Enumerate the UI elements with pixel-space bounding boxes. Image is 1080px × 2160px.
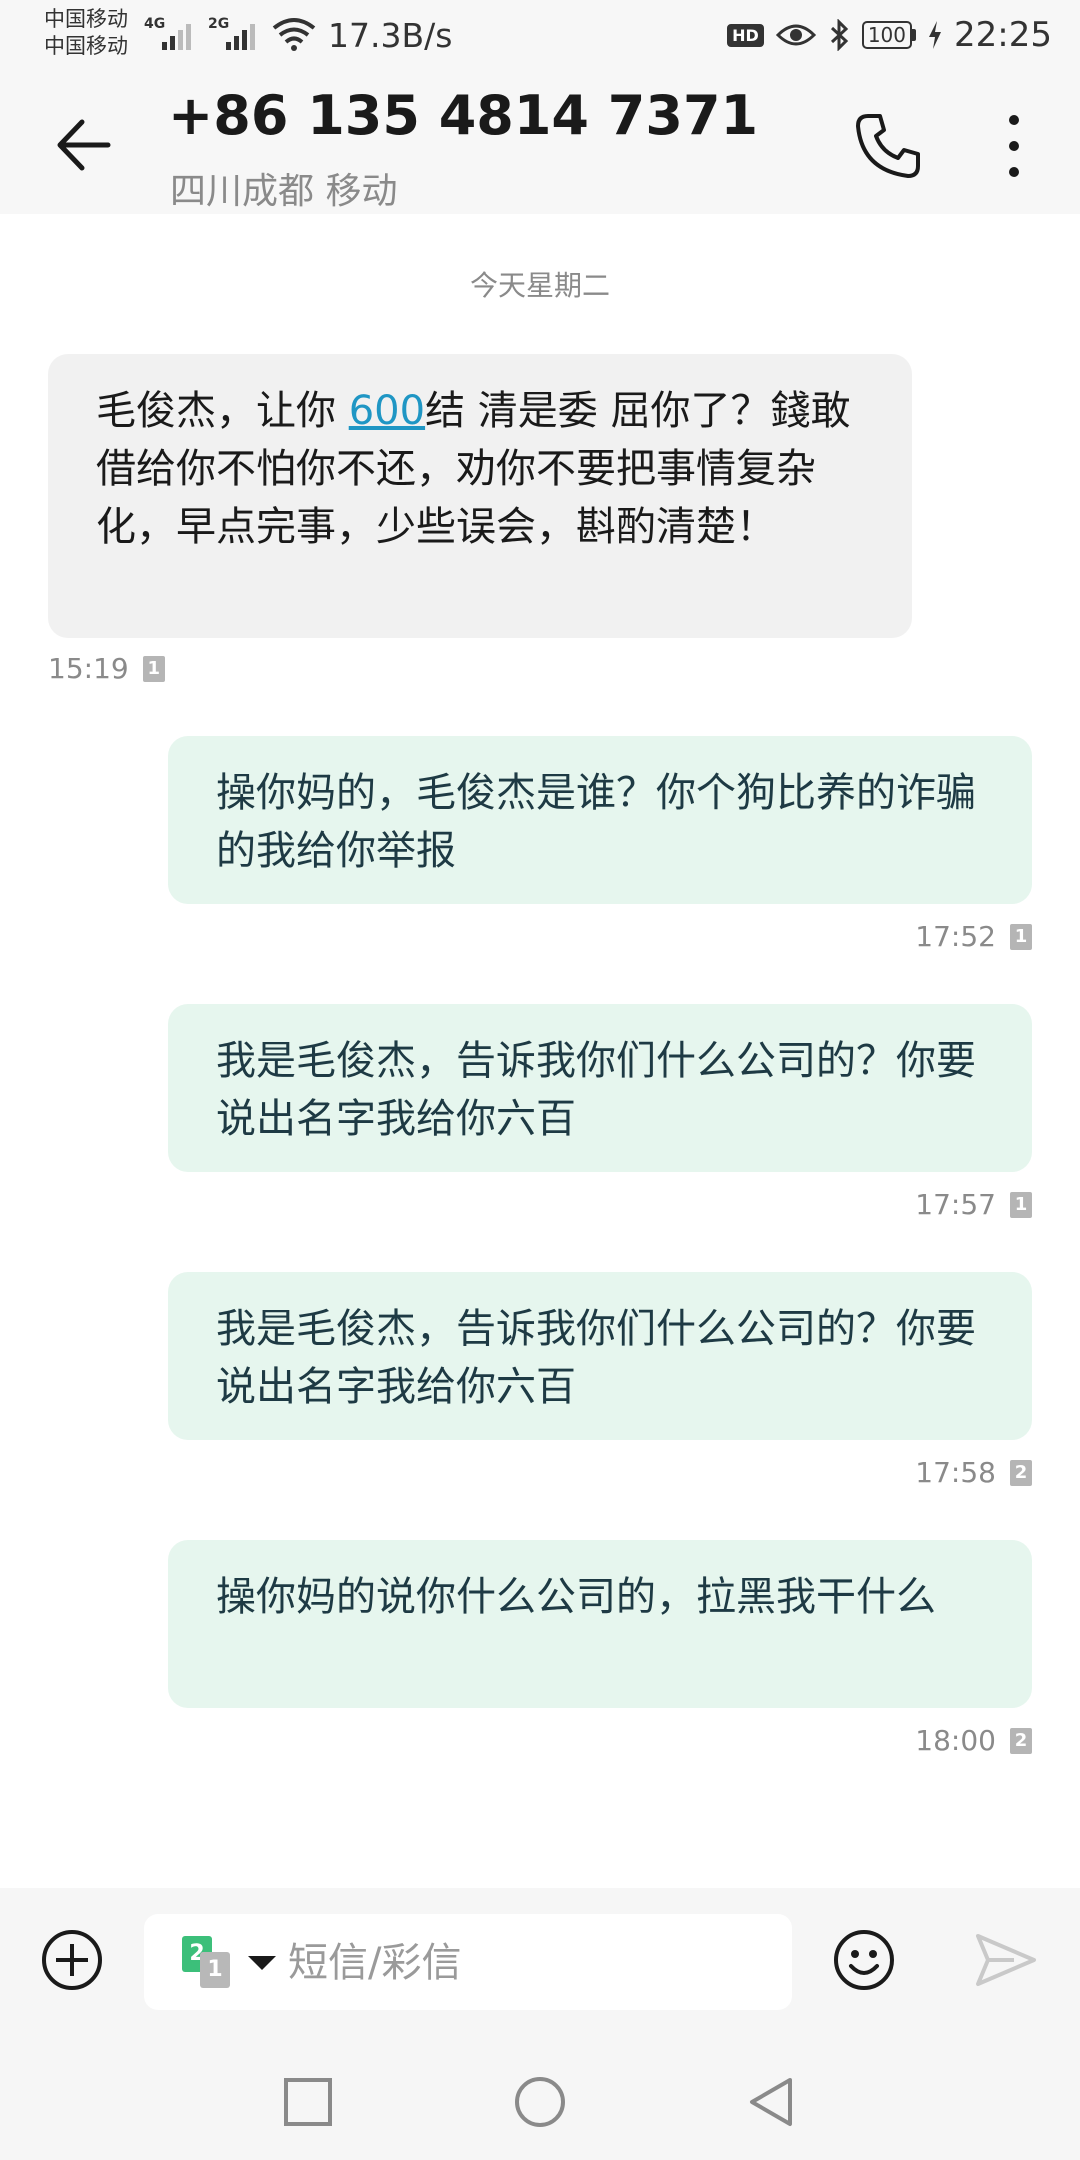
message-meta: 17:52 1	[915, 920, 1032, 953]
emoji-icon[interactable]	[832, 1928, 896, 1992]
message-meta: 15:19 1	[48, 652, 165, 685]
circle-icon[interactable]	[512, 2074, 568, 2130]
message-time: 18:00	[915, 1724, 996, 1757]
message-meta: 17:57 1	[915, 1188, 1032, 1221]
more-vertical-icon[interactable]	[994, 108, 1034, 184]
hd-badge: HD	[727, 23, 764, 47]
message-time: 17:52	[915, 920, 996, 953]
message-time: 17:57	[915, 1188, 996, 1221]
clock: 22:25	[954, 15, 1052, 55]
network-speed: 17.3B/s	[328, 16, 453, 55]
message-text: 我是毛俊杰，告诉我你们什么公司的？你要说出名字我给你六百	[216, 1038, 976, 1142]
carrier-2: 中国移动	[44, 34, 128, 58]
system-navigation-bar	[0, 2038, 1080, 2160]
message-text: 我是毛俊杰，告诉我你们什么公司的？你要说出名字我给你六百	[216, 1306, 976, 1410]
charging-icon	[929, 21, 942, 49]
day-separator: 今天星期二	[469, 269, 610, 302]
outgoing-message-bubble[interactable]: 操你妈的说你什么公司的，拉黑我干什么	[168, 1540, 1032, 1708]
battery-indicator: 100	[861, 21, 917, 49]
carrier-labels: 中国移动 中国移动	[44, 6, 128, 60]
message-meta: 18:00 2	[915, 1724, 1032, 1757]
message-text: 操你妈的，毛俊杰是谁？你个狗比养的诈骗的我给你举报	[216, 770, 976, 874]
triangle-back-icon[interactable]	[744, 2074, 800, 2130]
wifi-icon	[272, 18, 316, 51]
signal-icon	[226, 24, 255, 50]
message-text: 毛俊杰，让你	[96, 388, 349, 434]
battery-level: 100	[861, 21, 913, 49]
phone-icon[interactable]	[852, 110, 924, 182]
dropdown-arrow-icon	[248, 1956, 276, 1970]
sim-card-icon: 1	[1010, 923, 1032, 950]
battery-tip	[912, 29, 917, 41]
status-right: HD 100 22:25	[727, 14, 1052, 56]
add-circle-icon[interactable]	[40, 1928, 104, 1992]
message-time: 15:19	[48, 652, 129, 685]
sim-selector[interactable]: 2 1	[182, 1934, 282, 1990]
outgoing-message-bubble[interactable]: 我是毛俊杰，告诉我你们什么公司的？你要说出名字我给你六百	[168, 1004, 1032, 1172]
number-link[interactable]: 600	[349, 388, 425, 434]
square-icon[interactable]	[280, 2074, 336, 2130]
sim-card-icon: 2	[1010, 1459, 1032, 1486]
eye-comfort-icon	[775, 24, 816, 46]
bluetooth-icon	[830, 19, 848, 51]
sim-card-icon: 1	[142, 655, 165, 682]
outgoing-message-bubble[interactable]: 操你妈的，毛俊杰是谁？你个狗比养的诈骗的我给你举报	[168, 736, 1032, 904]
incoming-message-bubble[interactable]: 毛俊杰，让你 600结 清是委 屈你了？錢敢借给你不怕你不还，劝你不要把事情复杂…	[48, 354, 912, 638]
contact-location: 四川成都 移动	[170, 171, 398, 212]
sim-card-icon: 1	[1010, 1191, 1032, 1218]
status-bar: 中国移动 中国移动 4G 2G 17.3B/s HD 100 22:25	[0, 0, 1080, 72]
message-input[interactable]	[286, 1932, 770, 1994]
message-list[interactable]: 今天星期二 毛俊杰，让你 600结 清是委 屈你了？錢敢借给你不怕你不还，劝你不…	[0, 214, 1080, 1888]
sim-card-icon: 2	[1010, 1727, 1032, 1754]
carrier-1: 中国移动	[44, 7, 128, 31]
conversation-header: +86 135 4814 7371 四川成都 移动	[0, 72, 1080, 214]
message-text: 操你妈的说你什么公司的，拉黑我干什么	[216, 1574, 936, 1620]
message-input-box[interactable]: 2 1	[144, 1914, 792, 2010]
send-icon[interactable]	[974, 1932, 1038, 1988]
message-meta: 17:58 2	[915, 1456, 1032, 1489]
outgoing-message-bubble[interactable]: 我是毛俊杰，告诉我你们什么公司的？你要说出名字我给你六百	[168, 1272, 1032, 1440]
signal-icon	[162, 24, 191, 50]
message-time: 17:58	[915, 1456, 996, 1489]
sim-1-icon: 1	[200, 1952, 230, 1988]
composer-bar: 2 1	[0, 1888, 1080, 2160]
arrow-left-icon[interactable]	[48, 110, 118, 180]
contact-number: +86 135 4814 7371	[168, 84, 759, 147]
